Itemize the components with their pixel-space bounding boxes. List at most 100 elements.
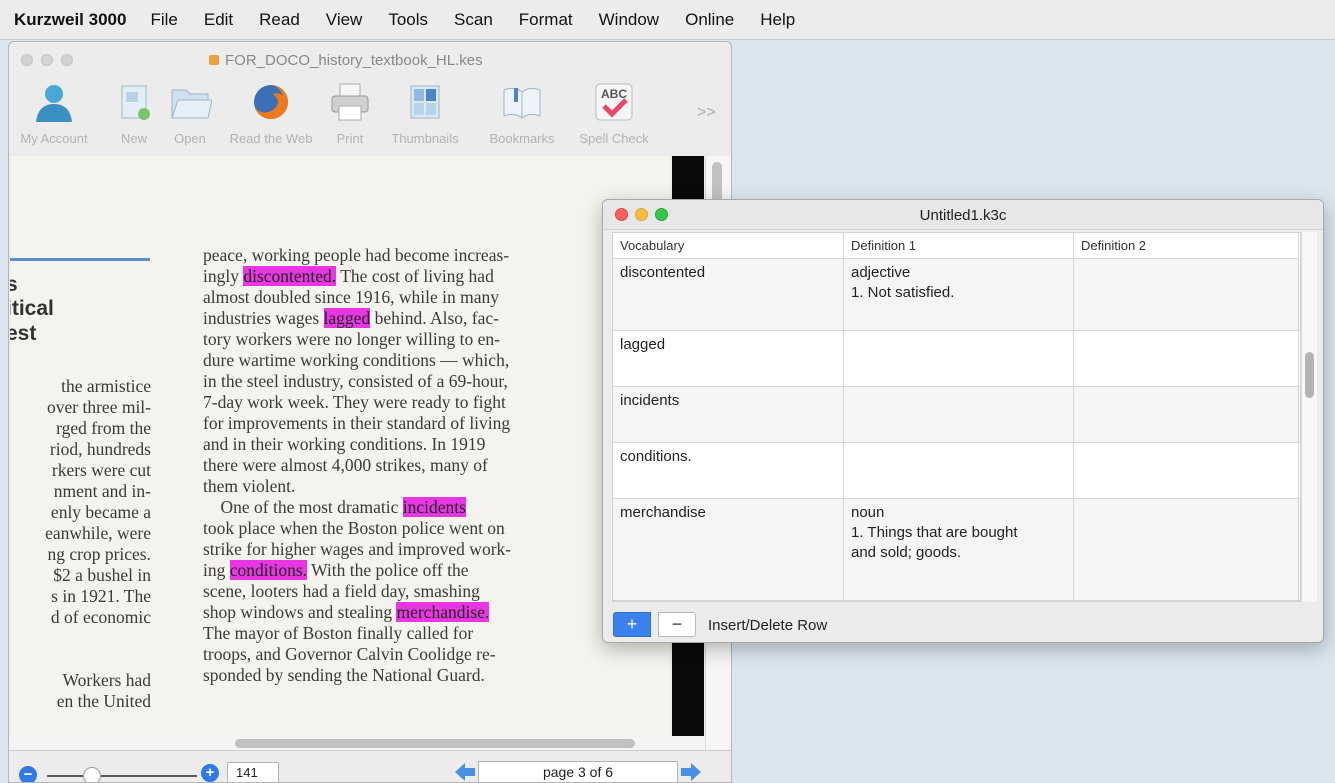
right-text-line: shop windows and stealing merchandise. (203, 602, 490, 622)
zoom-in-icon[interactable]: + (201, 764, 219, 782)
my-account-button[interactable]: My Account (15, 80, 93, 146)
vocabulary-cell[interactable]: incidents (613, 387, 844, 442)
right-text-line: in the steel industry, consisted of a 69… (203, 371, 508, 391)
column-header-definition-1[interactable]: Definition 1 (844, 233, 1074, 259)
menu-online[interactable]: Online (685, 10, 734, 30)
left-text-line: the armistice (61, 376, 151, 396)
table-row[interactable]: lagged (613, 331, 1300, 387)
read-the-web-button[interactable]: Read the Web (219, 80, 323, 146)
next-page-icon[interactable] (681, 763, 701, 781)
heading-rule (10, 258, 150, 261)
definition-1-cell[interactable]: noun 1. Things that are bought and sold; g… (844, 499, 1074, 600)
vocab-window-title: Untitled1.k3c (919, 207, 1007, 224)
zoom-out-icon[interactable]: − (19, 766, 37, 782)
delete-row-button[interactable]: − (658, 612, 696, 637)
definition-2-cell[interactable] (1074, 387, 1299, 442)
vocabulary-cell[interactable]: conditions. (613, 443, 844, 498)
definition-2-cell[interactable] (1074, 259, 1299, 330)
zoom-button[interactable] (61, 54, 73, 66)
document-titlebar: FOR_DOCO_history_textbook_HL.kes (9, 42, 731, 76)
left-text-line: rged from the (56, 418, 151, 438)
definition-line: 1. Things that are bought (851, 524, 1018, 541)
definition-1-cell[interactable] (844, 387, 1074, 442)
definition-1-cell[interactable] (844, 331, 1074, 386)
right-text-line: The mayor of Boston finally called for (203, 623, 474, 643)
vocabulary-cell[interactable]: lagged (613, 331, 844, 386)
left-text-line: enly became a (50, 502, 151, 522)
vocabulary-cell[interactable]: discontented (613, 259, 844, 330)
menu-help[interactable]: Help (760, 10, 795, 30)
open-button[interactable]: Open (165, 80, 215, 146)
left-text-line: ng crop prices. (47, 544, 151, 564)
menu-window[interactable]: Window (599, 10, 659, 30)
definition-2-cell[interactable] (1074, 499, 1299, 600)
highlighted-word[interactable]: lagged (323, 308, 371, 328)
right-text-line: tory workers were no longer willing to e… (203, 329, 500, 349)
previous-page-icon[interactable] (455, 763, 475, 781)
app-menu[interactable]: Kurzweil 3000 (14, 10, 126, 30)
left-text-line: over three mil- (47, 397, 151, 417)
bookmarks-button[interactable]: Bookmarks (477, 80, 567, 146)
highlighted-word[interactable]: incidents (402, 497, 466, 517)
menu-file[interactable]: File (150, 10, 177, 30)
insert-row-button[interactable]: + (613, 612, 651, 637)
right-text-line: sponded by sending the National Guard. (203, 665, 485, 685)
right-text-line: almost doubled since 1916, while in many (203, 287, 499, 307)
vocab-scroll-thumb[interactable] (1305, 352, 1314, 398)
definition-1-cell[interactable] (844, 443, 1074, 498)
left-text-line: riod, hundreds (49, 439, 151, 459)
horizontal-scroll-thumb[interactable] (235, 739, 635, 748)
table-row[interactable]: merchandise noun 1. Things that are bought… (613, 499, 1300, 601)
firefox-icon (254, 85, 288, 119)
toolbar-overflow-button[interactable]: >> (697, 104, 716, 122)
right-text-line: there were almost 4,000 strikes, many of (203, 455, 488, 475)
table-row[interactable]: incidents (613, 387, 1300, 443)
definition-line: noun (851, 504, 885, 521)
right-text-line: ing conditions. With the police off the (203, 560, 469, 580)
minimize-button[interactable] (41, 54, 53, 66)
menu-format[interactable]: Format (519, 10, 573, 30)
menu-read[interactable]: Read (259, 10, 300, 30)
table-row[interactable]: conditions. (613, 443, 1300, 499)
left-text-line: d of economic (50, 607, 151, 627)
right-text-line: peace, working people had become increas… (203, 245, 510, 265)
definition-line: and sold; goods. (851, 544, 962, 561)
column-header-vocabulary[interactable]: Vocabulary (613, 233, 844, 259)
column-header-definition-2[interactable]: Definition 2 (1074, 233, 1299, 259)
menu-bar: Kurzweil 3000 File Edit Read View Tools … (0, 0, 1335, 40)
zoom-value-field[interactable]: 141 (227, 762, 279, 782)
print-button[interactable]: Print (325, 80, 375, 146)
left-text-line: rkers were cut (51, 460, 151, 480)
new-document-icon (121, 85, 150, 120)
menu-view[interactable]: View (326, 10, 363, 30)
menu-scan[interactable]: Scan (454, 10, 493, 30)
highlighted-word[interactable]: discontented. (243, 266, 337, 286)
definition-2-cell[interactable] (1074, 331, 1299, 386)
definition-1-cell[interactable]: adjective 1. Not satisfied. (844, 259, 1074, 330)
document-page[interactable]: s itical est the armisticeover three mil… (10, 156, 670, 736)
menu-tools[interactable]: Tools (388, 10, 428, 30)
vocabulary-window: Untitled1.k3c Vocabulary Definition 1 De… (602, 199, 1324, 643)
right-text-line: ingly discontented. The cost of living h… (203, 266, 494, 286)
page-indicator[interactable]: page 3 of 6 (478, 761, 678, 782)
thumbnails-button[interactable]: Thumbnails (377, 80, 473, 146)
printer-icon (331, 83, 369, 121)
spell-check-button[interactable]: ABC Spell Check (569, 80, 659, 146)
vocabulary-cell[interactable]: merchandise (613, 499, 844, 600)
right-text-line: them violent. (203, 476, 296, 496)
highlighted-word[interactable]: merchandise. (396, 602, 490, 622)
highlighted-word[interactable]: conditions. (229, 560, 308, 580)
close-button[interactable] (21, 54, 33, 66)
menu-edit[interactable]: Edit (204, 10, 233, 30)
vocab-vertical-scrollbar[interactable] (1301, 232, 1317, 602)
zoom-slider-knob[interactable] (83, 767, 101, 782)
user-icon (36, 85, 72, 122)
zoom-slider-track[interactable] (47, 775, 197, 777)
left-text-line: en the United (56, 691, 151, 711)
table-row[interactable]: discontented adjective 1. Not satisfied. (613, 259, 1300, 331)
definition-line: 1. Not satisfied. (851, 284, 955, 301)
definition-line: adjective (851, 264, 911, 281)
definition-2-cell[interactable] (1074, 443, 1299, 498)
new-button[interactable]: New (109, 80, 159, 146)
left-heading-line-3: est (10, 322, 37, 345)
